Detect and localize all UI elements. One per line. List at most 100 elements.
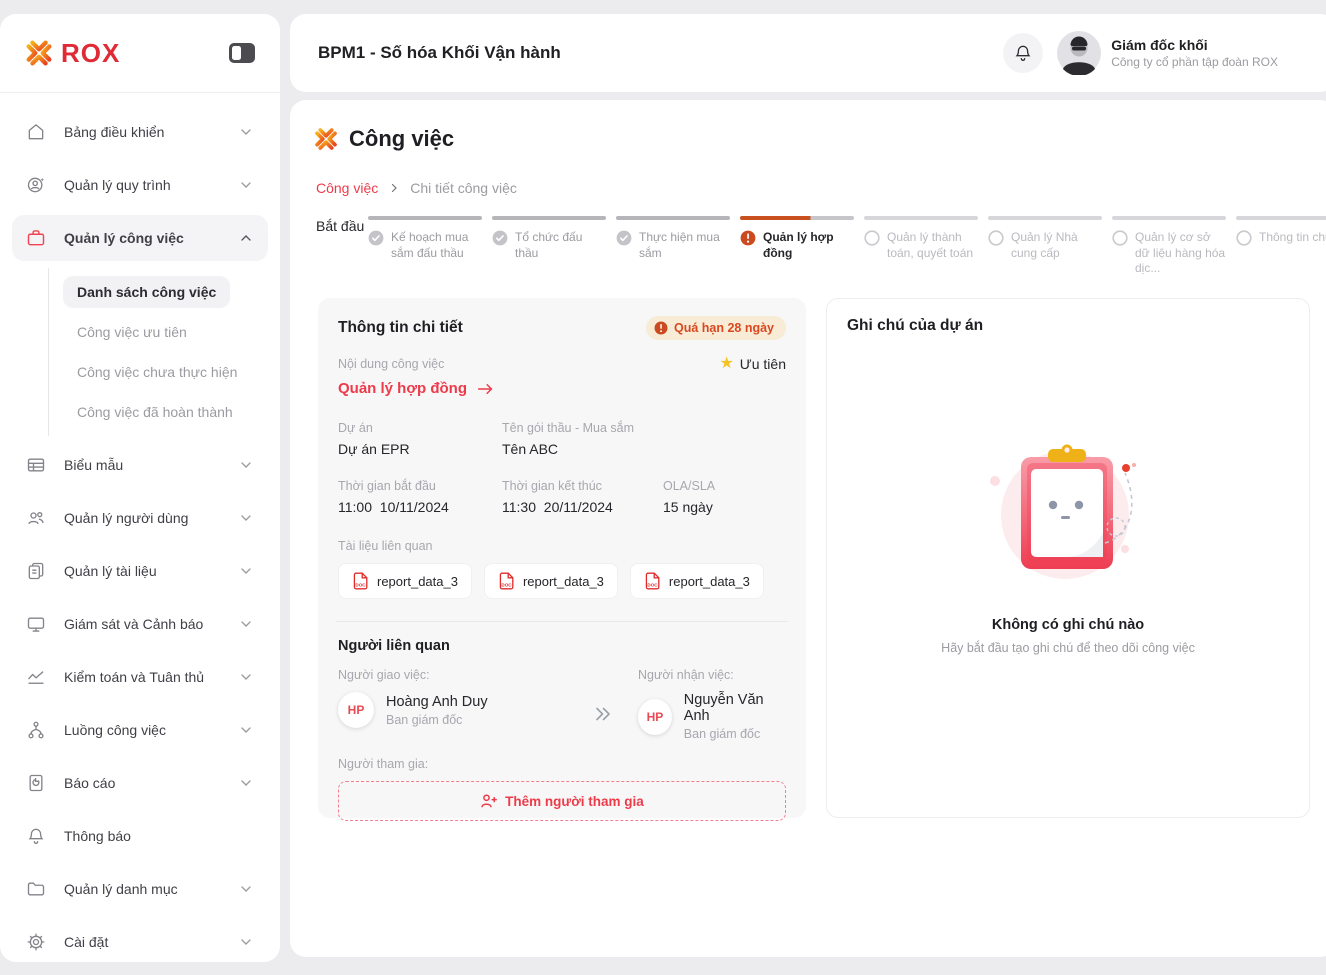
sidebar-item-label: Biểu mẫu — [64, 457, 123, 473]
doc-file-icon: DOC — [352, 572, 369, 590]
sidebar-item-notifications[interactable]: Thông báo — [12, 813, 268, 859]
assigner-avatar: HP — [338, 692, 374, 728]
step-bar — [368, 216, 482, 220]
sidebar-item-categories[interactable]: Quản lý danh mục — [12, 866, 268, 912]
user-organization: Công ty cổ phần tập đoàn ROX — [1111, 55, 1278, 69]
page-title: Công việc — [349, 126, 454, 152]
document-chip[interactable]: DOC report_data_3 — [630, 563, 764, 599]
home-icon — [26, 122, 46, 142]
notes-empty-title: Không có ghi chú nào — [992, 617, 1144, 633]
sidebar-item-reports[interactable]: Báo cáo — [12, 760, 268, 806]
sidebar-item-forms[interactable]: Biểu mẫu — [12, 442, 268, 488]
submenu-item-pending-tasks[interactable]: Công việc chưa thực hiện — [49, 352, 280, 392]
package-field: Tên gói thầu - Mua sắm Tên ABC — [502, 421, 786, 457]
document-chip[interactable]: DOC report_data_3 — [338, 563, 472, 599]
sla-field: OLA/SLA 15 ngày — [663, 479, 786, 515]
step-purchasing[interactable]: Thực hiện mua sắm — [616, 216, 740, 277]
top-bar: BPM1 - Số hóa Khối Vận hành Giám đốc khố… — [290, 14, 1326, 92]
task-detail-card: Thông tin chi tiết Quá hạn 28 ngày Nội d… — [318, 298, 806, 818]
add-person-icon — [480, 793, 497, 809]
step-supplier[interactable]: Quản lý Nhà cung cấp — [988, 216, 1112, 277]
sidebar-item-label: Thông báo — [64, 828, 131, 844]
workspace-title: BPM1 - Số hóa Khối Vận hành — [318, 43, 561, 63]
notes-title: Ghi chú của dự án — [847, 317, 983, 335]
submenu-item-priority-tasks[interactable]: Công việc ưu tiên — [49, 312, 280, 352]
user-menu[interactable]: Giám đốc khối Công ty cổ phần tập đoàn R… — [1057, 31, 1278, 75]
task-name-link[interactable]: Quản lý hợp đồng — [338, 380, 786, 397]
document-chips: DOC report_data_3 DOC report_data_3 DOC … — [338, 563, 786, 599]
sidebar-item-label: Quản lý công việc — [64, 230, 184, 246]
briefcase-icon — [26, 228, 46, 248]
tasks-submenu: Danh sách công việc Công việc ưu tiên Cô… — [48, 268, 280, 436]
step-bidding[interactable]: Tổ chức đấu thầu — [492, 216, 616, 277]
chevron-down-icon — [238, 669, 254, 685]
chevron-down-icon — [238, 881, 254, 897]
monitor-icon — [26, 614, 46, 634]
assignee-avatar: HP — [638, 699, 672, 735]
circle-icon — [1236, 230, 1252, 246]
start-time-field: Thời gian bắt đầu 11:00 10/11/2024 — [338, 479, 502, 515]
doc-file-icon: DOC — [644, 572, 661, 590]
assigner-block: Người giao việc: HP Hoàng Anh Duy Ban gi… — [338, 668, 568, 741]
clipboard-illustration — [973, 421, 1163, 597]
star-icon: ★ — [719, 356, 733, 372]
rox-logo: ROX — [24, 38, 120, 69]
sidebar-item-label: Quản lý danh mục — [64, 881, 178, 897]
sidebar-item-audit[interactable]: Kiểm toán và Tuân thủ — [12, 654, 268, 700]
step-contract-management[interactable]: Quản lý hợp đồng — [740, 216, 864, 277]
chevron-up-icon — [238, 230, 254, 246]
step-bar — [740, 216, 854, 220]
sidebar-item-label: Cài đặt — [64, 934, 108, 950]
notification-bell-button[interactable] — [1003, 33, 1043, 73]
project-notes-card: Ghi chú của dự án — [826, 298, 1310, 818]
chevron-down-icon — [238, 563, 254, 579]
sidebar-nav: Bảng điều khiển Quản lý quy trình Quản l… — [0, 93, 280, 972]
chevron-down-icon — [238, 457, 254, 473]
documents-label: Tài liệu liên quan — [338, 539, 786, 553]
assignee-block: Người nhận việc: HP Nguyễn Văn Anh Ban g… — [638, 668, 786, 741]
alert-icon — [654, 321, 668, 335]
check-icon — [492, 230, 508, 246]
submenu-item-task-list[interactable]: Danh sách công việc — [49, 272, 280, 312]
sidebar-item-workflow[interactable]: Luồng công việc — [12, 707, 268, 753]
check-icon — [616, 230, 632, 246]
chevron-down-icon — [238, 722, 254, 738]
task-page-icon — [313, 126, 339, 152]
sidebar-item-dashboard[interactable]: Bảng điều khiển — [12, 109, 268, 155]
sidebar-item-process[interactable]: Quản lý quy trình — [12, 162, 268, 208]
rox-logo-icon — [24, 38, 54, 68]
sidebar-item-users[interactable]: Quản lý người dùng — [12, 495, 268, 541]
breadcrumb-link-tasks[interactable]: Công việc — [316, 180, 378, 196]
workflow-icon — [26, 720, 46, 740]
avatar — [1057, 31, 1101, 75]
sidebar-item-documents[interactable]: Quản lý tài liệu — [12, 548, 268, 594]
step-procurement-plan[interactable]: Kế hoạch mua sắm đấu thầu — [368, 216, 492, 277]
step-database[interactable]: Quản lý cơ sở dữ liệu hàng hóa dịc... — [1112, 216, 1236, 277]
people-section-title: Người liên quan — [338, 638, 786, 654]
step-bar — [1236, 216, 1326, 220]
sidebar-item-label: Kiểm toán và Tuân thủ — [64, 669, 204, 685]
content-label: Nội dung công việc — [338, 357, 444, 371]
sidebar-item-tasks[interactable]: Quản lý công việc — [12, 215, 268, 261]
chevron-down-icon — [238, 510, 254, 526]
folder-icon — [26, 879, 46, 899]
sidebar-item-monitoring[interactable]: Giám sát và Cảnh báo — [12, 601, 268, 647]
stepper-start-label: Bắt đầu — [316, 216, 368, 277]
main-panel: Công việc Công việc Chi tiết công việc B… — [290, 100, 1326, 957]
circle-icon — [864, 230, 880, 246]
step-bar — [988, 216, 1102, 220]
bell-icon — [1013, 43, 1033, 63]
circle-icon — [988, 230, 1004, 246]
step-bar — [1112, 216, 1226, 220]
form-table-icon — [26, 455, 46, 475]
document-chip[interactable]: DOC report_data_3 — [484, 563, 618, 599]
collapse-sidebar-icon[interactable] — [228, 42, 256, 64]
sidebar-item-settings[interactable]: Cài đặt — [12, 919, 268, 965]
step-general-info[interactable]: Thông tin chung — [1236, 216, 1326, 277]
step-payment[interactable]: Quản lý thành toán, quyết toán — [864, 216, 988, 277]
gear-icon — [26, 932, 46, 952]
add-participant-button[interactable]: Thêm người tham gia — [338, 781, 786, 821]
chevron-down-icon — [238, 616, 254, 632]
submenu-item-done-tasks[interactable]: Công việc đã hoàn thành — [49, 392, 280, 432]
detail-card-title: Thông tin chi tiết — [338, 319, 463, 337]
